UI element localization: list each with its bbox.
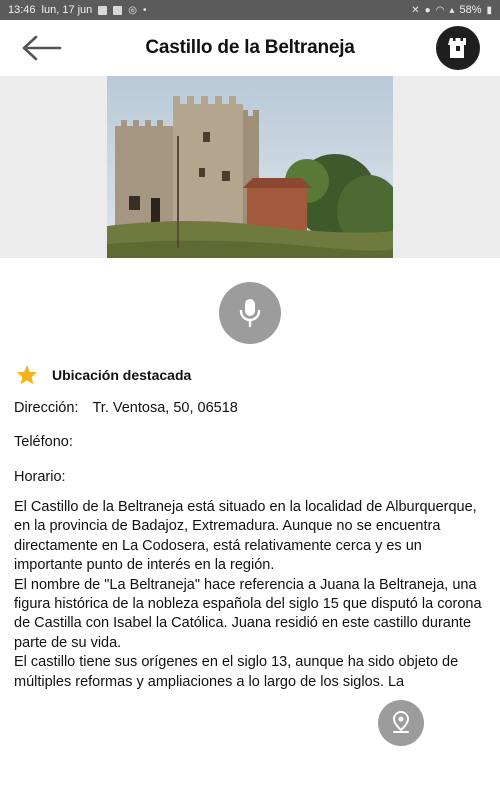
description-paragraph: El Castillo de la Beltraneja está situad… xyxy=(14,499,477,574)
wifi-icon: ◠ xyxy=(435,4,445,16)
location-pin-icon xyxy=(392,710,410,733)
notification-icon xyxy=(113,5,123,15)
notification-icon xyxy=(98,5,108,15)
featured-location: Ubicación destacada xyxy=(16,364,191,385)
notification-icon: ◎ xyxy=(128,4,138,16)
status-time: 13:46 xyxy=(8,4,36,16)
status-date: lun, 17 jun xyxy=(41,4,93,16)
star-icon xyxy=(16,364,38,385)
signal-icon: ▴ xyxy=(449,4,455,16)
address-value[interactable]: Tr. Ventosa, 50, 06518 xyxy=(92,400,237,416)
status-bar: 13:46 lun, 17 jun ◎ • ✕ ● ◠ ▴ 58% ▮ xyxy=(0,0,500,20)
photo-banner xyxy=(0,76,500,258)
castle-tower-icon xyxy=(448,38,466,58)
map-location-button[interactable] xyxy=(378,700,424,746)
mute-icon: ✕ xyxy=(411,4,420,16)
description-text: El Castillo de la Beltraneja está situad… xyxy=(14,498,486,694)
audio-guide-button[interactable] xyxy=(219,282,281,344)
address-row: Dirección: Tr. Ventosa, 50, 06518 xyxy=(14,400,238,416)
description-paragraph: El nombre de "La Beltraneja" hace refere… xyxy=(14,576,482,651)
featured-label: Ubicación destacada xyxy=(52,366,192,383)
status-right: ✕ ● ◠ ▴ 58% ▮ xyxy=(411,4,492,16)
more-notifications-icon: • xyxy=(143,4,147,16)
arrow-left-icon xyxy=(22,35,62,61)
address-label: Dirección: xyxy=(14,400,79,416)
hours-row: Horario: xyxy=(14,469,66,485)
phone-label: Teléfono: xyxy=(14,434,73,450)
microphone-icon xyxy=(239,299,261,328)
phone-row: Teléfono: xyxy=(14,434,73,450)
castle-photo xyxy=(107,76,393,258)
battery-level: 58% xyxy=(459,4,482,16)
description-paragraph: El castillo tiene sus orígenes en el sig… xyxy=(14,654,459,690)
location-icon: ● xyxy=(424,4,431,16)
app-bar: Castillo de la Beltraneja xyxy=(0,20,500,76)
hours-label: Horario: xyxy=(14,469,66,485)
castle-info-button[interactable] xyxy=(436,26,480,70)
status-left: 13:46 lun, 17 jun ◎ • xyxy=(8,4,147,16)
back-button[interactable] xyxy=(18,30,64,66)
page-title: Castillo de la Beltraneja xyxy=(145,37,355,58)
battery-icon: ▮ xyxy=(486,4,492,16)
